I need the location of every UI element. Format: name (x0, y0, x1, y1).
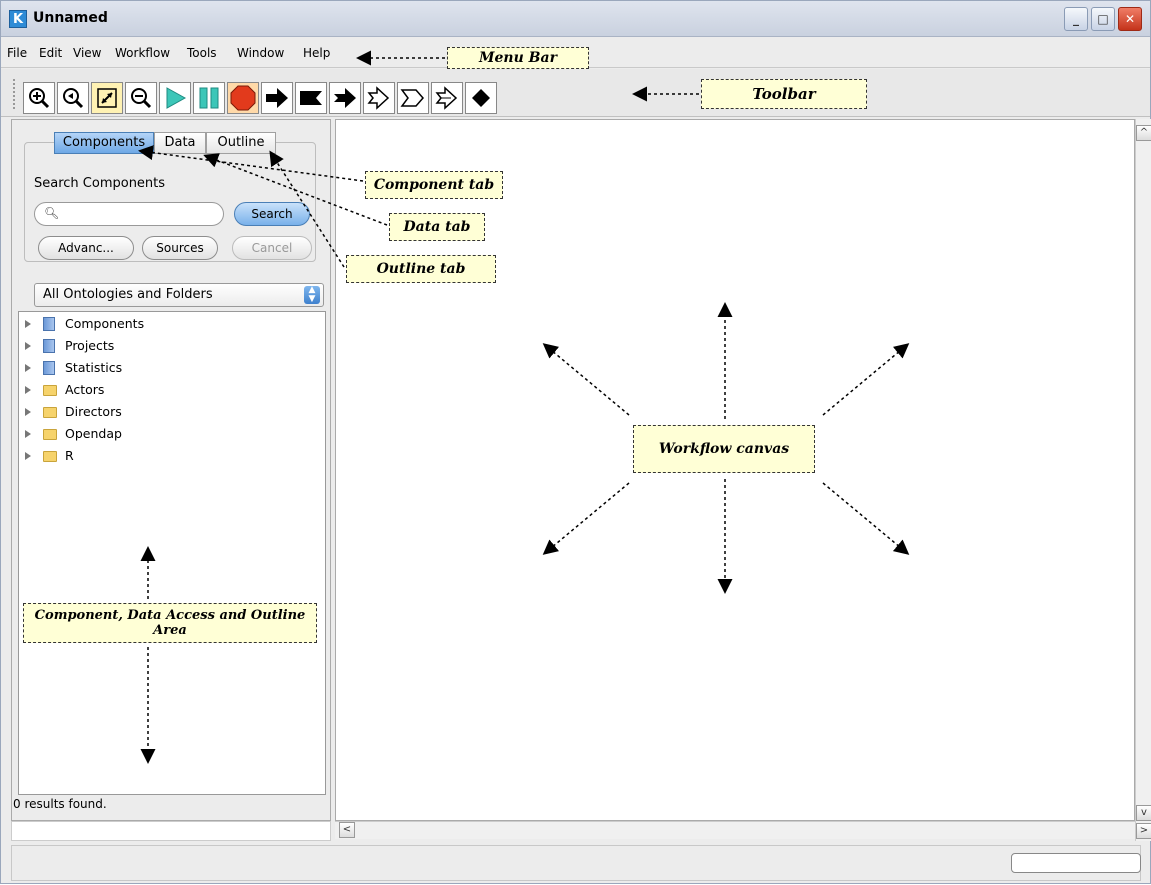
run-icon (166, 87, 187, 109)
vertical-scrollbar[interactable]: ^ v > (1135, 119, 1151, 841)
panel-footer (11, 821, 331, 841)
menu-file[interactable]: File (7, 46, 27, 60)
app-logo-icon: K (9, 10, 27, 28)
close-button[interactable]: ✕ (1118, 7, 1142, 31)
search-icon: 🔍︎ (44, 206, 60, 220)
folder-icon (43, 385, 57, 396)
toolbar-grip[interactable] (13, 79, 17, 109)
callout-outline-tab: Outline tab (346, 255, 496, 283)
maximize-button[interactable]: □ (1091, 7, 1115, 31)
folder-icon (43, 451, 57, 462)
port-outline-flag-button[interactable] (397, 82, 429, 114)
updown-arrows-icon: ▲ ▼ (304, 286, 320, 304)
port-arrow-notch-icon (334, 88, 356, 108)
scroll-right-icon[interactable]: > (1136, 823, 1151, 839)
zoom-in-button[interactable] (23, 82, 55, 114)
callout-data-tab: Data tab (389, 213, 485, 241)
callout-workflow-canvas: Workflow canvas (633, 425, 815, 473)
book-icon (43, 339, 55, 353)
zoom-out-button[interactable] (125, 82, 157, 114)
book-icon (43, 317, 55, 331)
port-double-chevron-button[interactable] (363, 82, 395, 114)
ontology-select-value: All Ontologies and Folders (43, 287, 213, 302)
relation-diamond-icon (472, 89, 490, 107)
pause-icon (199, 87, 219, 109)
status-bar (11, 845, 1141, 881)
port-double-chevron-icon (367, 86, 390, 110)
zoom-fit-button[interactable] (91, 82, 123, 114)
port-arrow-button[interactable] (261, 82, 293, 114)
callout-component-tab: Component tab (365, 171, 503, 199)
menu-window[interactable]: Window (237, 46, 284, 60)
tab-components[interactable]: Components (54, 132, 154, 154)
stop-button[interactable] (227, 82, 259, 114)
expand-triangle-icon[interactable] (25, 408, 31, 416)
menu-tools[interactable]: Tools (187, 46, 217, 60)
port-outline-notch-button[interactable] (431, 82, 463, 114)
callout-toolbar: Toolbar (701, 79, 867, 109)
title-bar[interactable]: K Unnamed _ □ ✕ (1, 1, 1150, 37)
book-icon (43, 361, 55, 375)
menu-workflow[interactable]: Workflow (115, 46, 170, 60)
sources-button[interactable]: Sources (142, 236, 218, 260)
zoom-reset-icon (63, 88, 84, 109)
callout-component-area-line2: Area (153, 623, 187, 638)
stop-icon (230, 85, 256, 111)
zoom-in-icon (29, 88, 50, 109)
results-count: 0 results found. (13, 797, 107, 811)
window-title: Unnamed (33, 10, 108, 26)
minimize-button[interactable]: _ (1064, 7, 1088, 31)
callout-component-area-line1: Component, Data Access and Outline (34, 608, 306, 623)
tab-outline[interactable]: Outline (206, 132, 276, 154)
port-flag-button[interactable] (295, 82, 327, 114)
port-flag-icon (300, 91, 322, 105)
search-button[interactable]: Search (234, 202, 310, 226)
port-outline-notch-icon (435, 86, 458, 110)
relation-diamond-button[interactable] (465, 82, 497, 114)
search-input[interactable] (34, 202, 224, 226)
callout-component-area: Component, Data Access and Outline Area (23, 603, 317, 643)
search-components-label: Search Components (34, 176, 166, 191)
component-tree[interactable]: Components Projects Statistics Actors Di… (18, 311, 326, 795)
port-arrow-notch-button[interactable] (329, 82, 361, 114)
menu-edit[interactable]: Edit (39, 46, 62, 60)
toolbar (1, 69, 1150, 117)
menu-help[interactable]: Help (303, 46, 330, 60)
port-arrow-icon (266, 88, 288, 108)
expand-triangle-icon[interactable] (25, 320, 31, 328)
folder-icon (43, 429, 57, 440)
pause-button[interactable] (193, 82, 225, 114)
zoom-fit-icon (97, 88, 117, 108)
scroll-up-icon[interactable]: ^ (1136, 125, 1151, 141)
expand-triangle-icon[interactable] (25, 452, 31, 460)
expand-triangle-icon[interactable] (25, 364, 31, 372)
port-outline-flag-icon (400, 89, 424, 107)
expand-triangle-icon[interactable] (25, 430, 31, 438)
scroll-down-icon[interactable]: v (1136, 805, 1151, 821)
cancel-button[interactable]: Cancel (232, 236, 312, 260)
zoom-out-icon (131, 88, 152, 109)
application-window: K Unnamed _ □ ✕ File Edit View Workflow … (0, 0, 1151, 884)
menu-view[interactable]: View (73, 46, 101, 60)
tab-data[interactable]: Data (154, 132, 206, 154)
expand-triangle-icon[interactable] (25, 386, 31, 394)
run-button[interactable] (159, 82, 191, 114)
progress-indicator (1011, 853, 1141, 873)
callout-menu-bar: Menu Bar (447, 47, 589, 69)
ontology-select[interactable]: All Ontologies and Folders ▲ ▼ (34, 283, 324, 307)
advanced-search-button[interactable]: Advanc... (38, 236, 134, 260)
zoom-reset-button[interactable] (57, 82, 89, 114)
component-panel: Components Data Outline Search Component… (11, 119, 331, 821)
expand-triangle-icon[interactable] (25, 342, 31, 350)
scroll-left-icon[interactable]: < (339, 822, 355, 838)
folder-icon (43, 407, 57, 418)
horizontal-scrollbar[interactable]: < (335, 821, 1135, 839)
